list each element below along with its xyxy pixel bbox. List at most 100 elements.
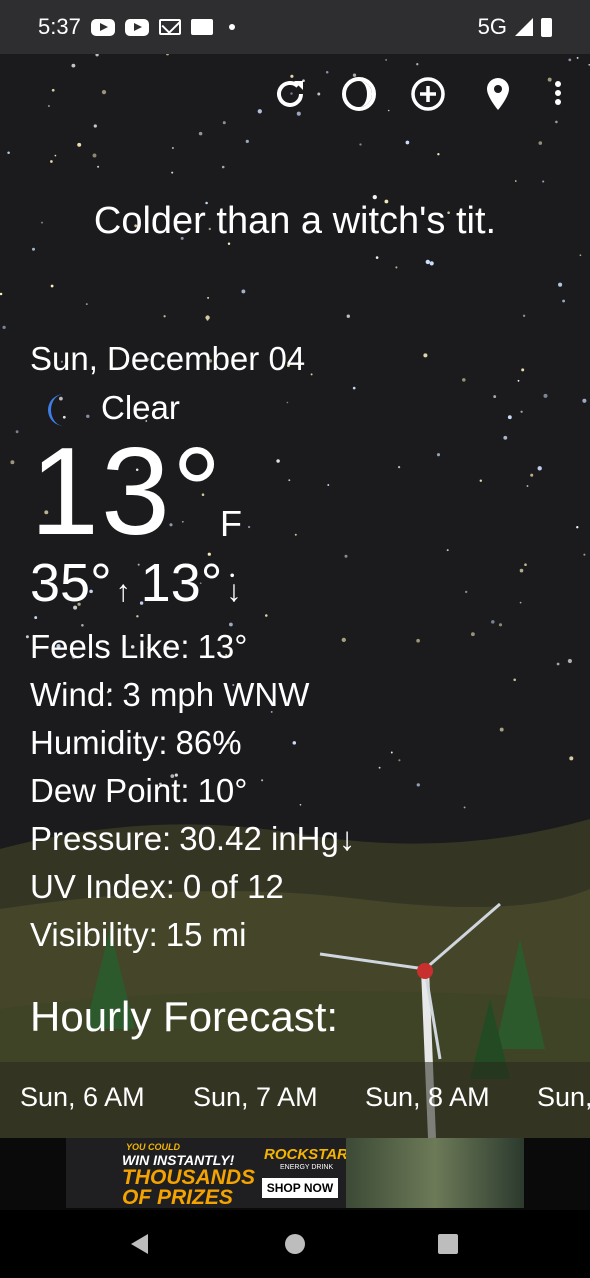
star <box>171 171 174 174</box>
star <box>405 140 410 145</box>
star <box>517 379 520 382</box>
star <box>491 620 495 624</box>
detail-feels-like: Feels Like: 13° <box>30 623 355 671</box>
temperature-unit: F <box>220 503 242 544</box>
star <box>92 153 97 158</box>
star <box>520 410 523 413</box>
back-icon <box>131 1234 148 1254</box>
add-location-button[interactable] <box>408 74 448 114</box>
star <box>562 299 566 303</box>
star <box>470 632 475 637</box>
star <box>498 623 503 627</box>
refresh-button[interactable] <box>270 74 310 114</box>
star <box>437 153 440 156</box>
home-icon <box>285 1234 305 1254</box>
network-type: 5G <box>477 14 507 39</box>
ad-shop-now-button[interactable]: SHOP NOW <box>262 1178 338 1198</box>
star <box>522 314 526 317</box>
star <box>54 154 57 157</box>
star <box>385 59 387 61</box>
ad-banner[interactable]: YOU COULD WIN INSTANTLY! THOUSANDS OF PR… <box>66 1138 524 1208</box>
star <box>555 120 558 124</box>
detail-label: Dew Point: <box>30 772 190 809</box>
star <box>398 759 401 762</box>
low-temp: 13° <box>140 553 223 613</box>
star <box>71 63 76 68</box>
refresh-icon <box>277 80 303 107</box>
navigation-bar <box>0 1210 590 1278</box>
star <box>568 58 572 62</box>
recents-button[interactable] <box>428 1224 468 1264</box>
signal-icon <box>515 18 533 36</box>
detail-humidity: Humidity: 86% <box>30 719 355 767</box>
hourly-item[interactable]: Sun, 8 AM <box>365 1082 490 1113</box>
location-button[interactable] <box>478 74 518 114</box>
star <box>583 553 586 556</box>
star <box>416 783 420 787</box>
star <box>50 160 53 163</box>
detail-value: 3 mph WNW <box>122 676 310 713</box>
theme-button[interactable] <box>339 74 379 114</box>
detail-visibility: Visibility: 15 mi <box>30 911 355 959</box>
star <box>286 401 289 404</box>
star <box>93 124 97 128</box>
star <box>493 395 497 399</box>
star <box>310 373 313 376</box>
star <box>537 466 542 471</box>
toolbar <box>0 74 590 114</box>
star <box>346 314 350 318</box>
star <box>294 533 297 536</box>
hourly-item[interactable]: Sun, 6 AM <box>20 1082 145 1113</box>
hourly-item[interactable]: Sun, 7 AM <box>193 1082 318 1113</box>
star <box>25 635 29 639</box>
youtube-icon <box>90 18 115 36</box>
star <box>425 259 430 265</box>
star <box>97 165 100 168</box>
youtube-icon <box>124 18 149 36</box>
high-arrow: ↑ <box>115 575 131 608</box>
star <box>582 398 587 403</box>
star <box>2 325 6 330</box>
star <box>567 658 573 664</box>
star <box>462 378 466 382</box>
star <box>32 247 35 251</box>
star <box>556 662 560 666</box>
hourly-item[interactable]: Sun, <box>537 1082 590 1113</box>
star <box>576 526 579 529</box>
news-icon <box>190 19 213 35</box>
ad-line1: YOU COULD <box>126 1142 180 1152</box>
star <box>524 563 527 566</box>
detail-label: UV Index: <box>30 868 175 905</box>
ad-line3a: THOUSANDS <box>122 1166 256 1189</box>
condition-text: Clear <box>101 389 180 426</box>
star <box>198 131 203 136</box>
add-location-icon <box>411 77 445 111</box>
star <box>7 151 10 155</box>
star <box>503 435 508 440</box>
star <box>542 180 545 183</box>
detail-label: Wind: <box>30 676 115 713</box>
star <box>50 284 54 288</box>
star <box>245 139 249 144</box>
star <box>530 473 534 477</box>
detail-value: 10° <box>197 772 248 809</box>
current-temperature: 13° <box>30 423 224 561</box>
detail-value: 0 of 12 <box>182 868 284 905</box>
more-vert-icon <box>555 81 561 105</box>
hourly-forecast-list[interactable]: Sun, 6 AM Sun, 7 AM Sun, 8 AM Sun, <box>0 1062 590 1138</box>
detail-value: 86% <box>175 724 242 761</box>
star <box>436 453 441 457</box>
star <box>423 353 428 358</box>
more-options-button[interactable] <box>538 74 578 114</box>
star <box>499 727 504 732</box>
ad-line3b: OF PRIZES <box>122 1186 233 1208</box>
location-pin-icon <box>487 78 509 110</box>
home-button[interactable] <box>275 1224 315 1264</box>
star <box>538 141 543 145</box>
star <box>397 465 401 469</box>
star <box>276 459 280 463</box>
star <box>579 254 582 257</box>
back-button[interactable] <box>120 1224 160 1264</box>
star <box>446 549 449 552</box>
star <box>519 601 522 604</box>
